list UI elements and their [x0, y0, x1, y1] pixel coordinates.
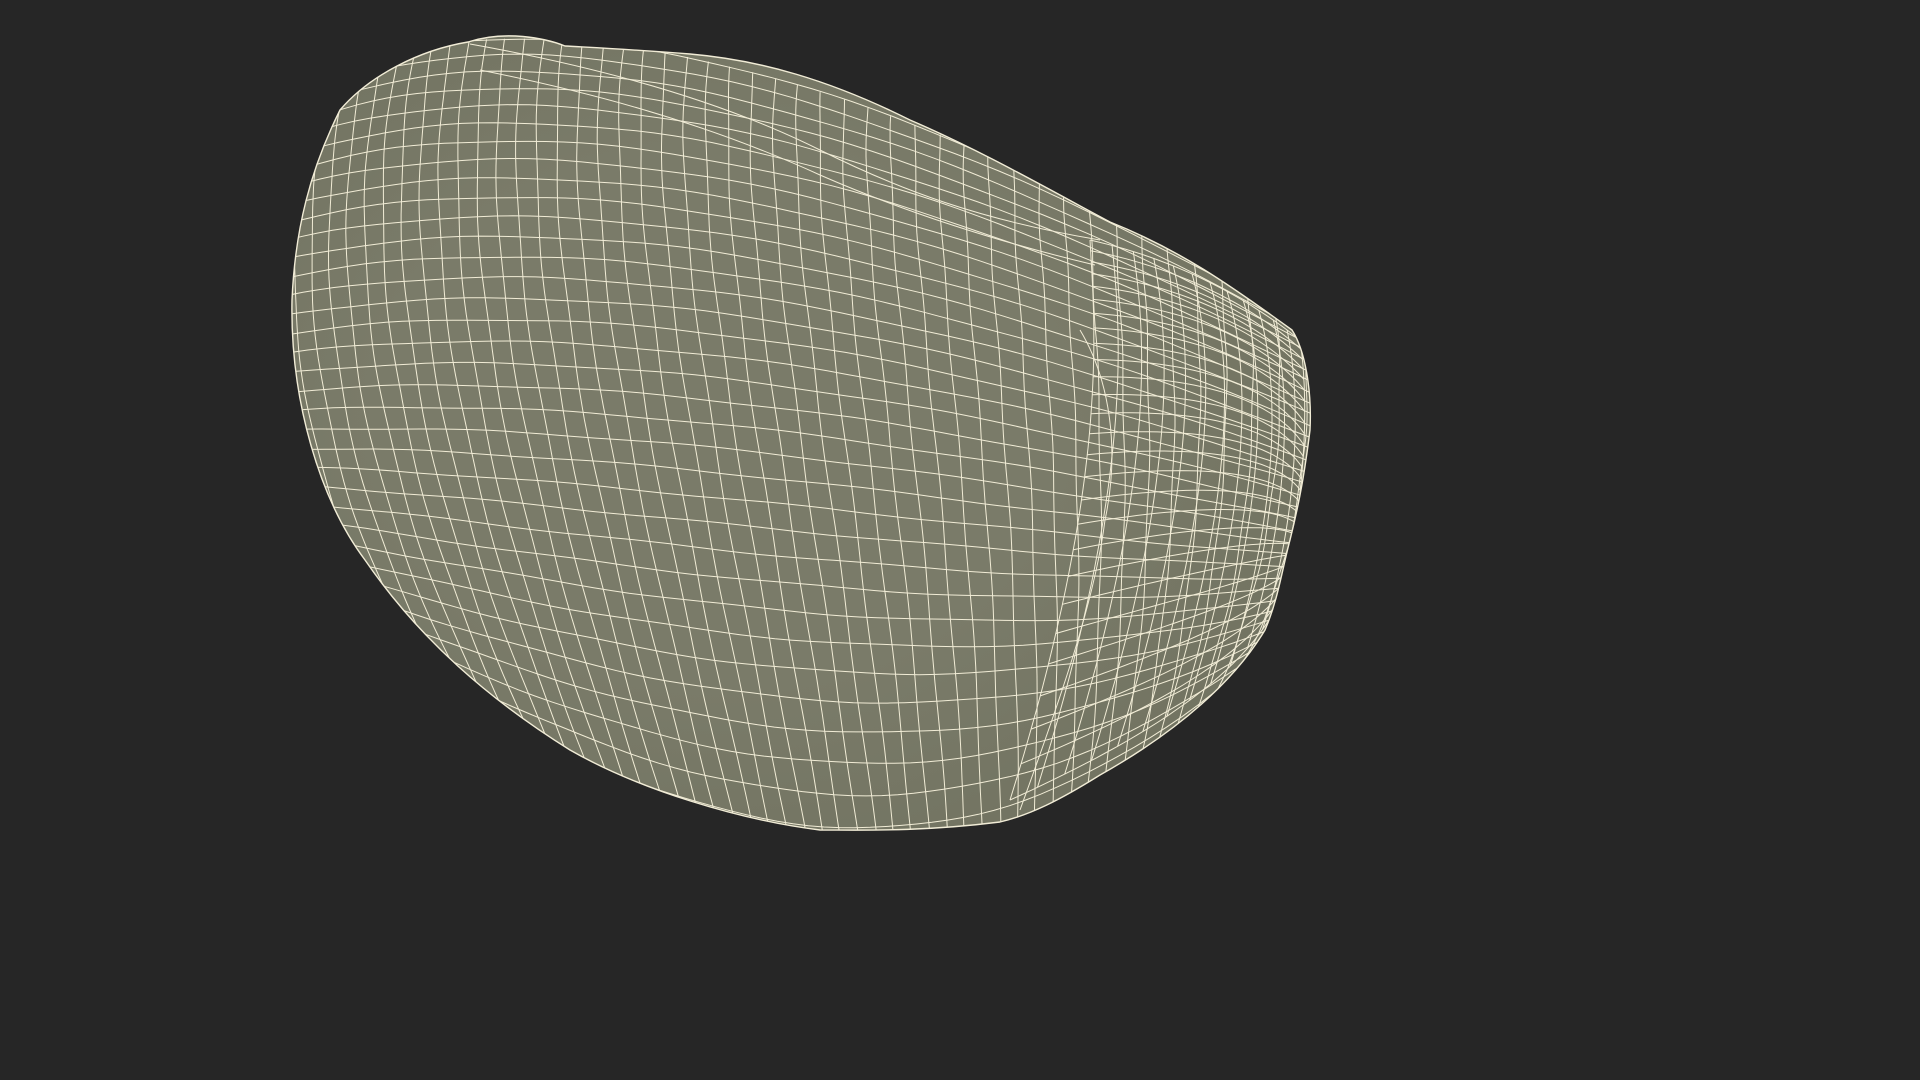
render-viewport[interactable] [0, 0, 1568, 882]
wireframe-mesh [0, 0, 1568, 882]
